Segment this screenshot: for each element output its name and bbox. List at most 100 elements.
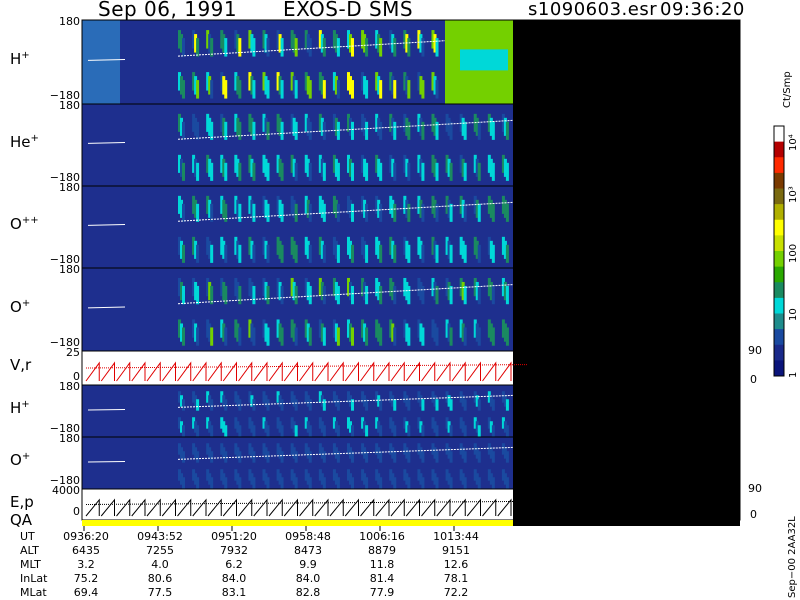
spectro-cell-he_plus (407, 121, 411, 140)
qa-label: QA (10, 511, 33, 529)
spectro-cell-h_plus_2 (379, 425, 383, 437)
panel-label-sup: + (21, 50, 30, 61)
spectro-cell-o_pp (463, 244, 467, 263)
spectro-cell-o_plus (238, 327, 242, 346)
spectro-cell-he_plus (379, 121, 383, 140)
right-tick-top-vr: 90 (748, 344, 762, 357)
footer-value: 69.4 (73, 586, 99, 599)
spectro-cell-he_plus (322, 162, 326, 181)
spectro-cell-h_plus_2 (182, 425, 185, 437)
spectro-cell-he_plus (210, 162, 214, 181)
spectro-cell-o_plus (294, 285, 298, 305)
spectro-cell-o_plus_2 (449, 451, 453, 463)
spectro-cell-o_plus (393, 327, 397, 346)
colorbar-swatch (774, 188, 784, 205)
header-instrument: EXOS-D SMS (283, 0, 414, 21)
spectro-cell-o_plus (182, 327, 185, 346)
spectro-cell-h_plus_2 (182, 399, 185, 411)
spectro-cell-o_plus_2 (294, 451, 298, 463)
qa-bar (82, 520, 513, 526)
panel-label-sup: + (30, 133, 39, 144)
spectro-cell-he_plus (463, 162, 467, 181)
spectro-cell-o_plus_2 (294, 477, 298, 489)
spectro-cell-o_plus_2 (407, 477, 411, 489)
spectro-cell-he_plus (365, 121, 369, 140)
footer-value: 1006:16 (359, 530, 405, 543)
spectro-cell-he_plus (407, 162, 411, 181)
spectro-cell-he_plus (280, 121, 284, 140)
spectro-cell-o_pp (336, 244, 340, 263)
spectro-cell-h_plus (308, 38, 312, 57)
colorbar-swatch (774, 344, 784, 361)
spectro-cell-he_plus (182, 162, 185, 181)
spectro-cell-he_plus (379, 162, 383, 181)
tick-top-ep: 4000 (52, 484, 80, 497)
spectro-cell-he_plus (449, 121, 453, 140)
spectro-cell-o_plus_2 (252, 477, 256, 489)
spectro-cell-h_plus_2 (477, 425, 481, 437)
no-data-region (513, 20, 740, 526)
spectro-cell-h_plus (351, 38, 354, 57)
spectro-cell-h_plus_2 (407, 399, 411, 411)
spectro-cell-h_plus (266, 38, 270, 57)
panel-early-o_plus_2 (82, 437, 120, 489)
line-trace-vr (85, 361, 512, 382)
spectro-cell-h_plus_2 (294, 399, 298, 411)
plot-canvas (81, 19, 785, 531)
panel-label-main: H (10, 50, 22, 68)
spectro-cell-h_plus_2 (365, 425, 369, 437)
spectro-cell-h_plus (308, 80, 312, 99)
spectro-cell-o_plus_2 (505, 477, 509, 489)
spectro-cell-he_plus (421, 162, 425, 181)
spectro-cell-o_plus_2 (280, 451, 284, 463)
spectro-cell-h_plus_2 (463, 425, 467, 437)
spectro-cell-he_plus (196, 162, 200, 181)
spectro-cell-h_plus (252, 80, 256, 99)
spectro-cell-o_plus_2 (308, 477, 312, 489)
spectro-cell-h_plus_2 (280, 399, 284, 411)
spectro-cell-he_plus (224, 162, 228, 181)
panel-label-main: V,r (10, 356, 32, 374)
footer-value: 81.4 (369, 572, 395, 585)
spectro-cell-o_pp (407, 203, 411, 222)
spectro-cell-o_plus (477, 285, 481, 305)
panel-early-he_plus (82, 104, 120, 186)
spectro-cell-o_plus_2 (224, 451, 228, 463)
spectro-cell-h_plus_2 (266, 399, 270, 411)
spectro-cell-h_plus_2 (421, 399, 425, 411)
spectro-cell-h_plus_2 (505, 425, 509, 437)
spectro-cell-he_plus (505, 162, 509, 181)
footer-value: 8879 (368, 544, 396, 557)
side-note: Sep−00 2AA32L (787, 516, 798, 598)
colorbar-swatch (774, 360, 784, 377)
spectro-cell-he_plus (294, 121, 298, 140)
spectro-cell-he_plus (421, 121, 425, 140)
spectro-cell-o_pp (266, 203, 270, 222)
spectro-cell-o_plus (351, 327, 354, 346)
spectro-cell-o_plus (308, 285, 312, 305)
spectro-cell-o_plus_2 (308, 451, 312, 463)
spectro-cell-h_plus (421, 38, 425, 57)
spectro-cell-o_plus (491, 327, 495, 346)
footer-value: 84.0 (221, 572, 247, 585)
colorbar-swatch (774, 282, 784, 299)
spectro-cell-h_plus (393, 80, 397, 99)
spectro-cell-h_plus_2 (421, 425, 425, 437)
spectro-cell-h_plus_2 (449, 399, 453, 411)
spectro-cell-he_plus (365, 162, 369, 181)
spectro-cell-o_plus (210, 327, 214, 346)
spectro-cell-o_pp (491, 244, 495, 263)
spectro-cell-h_plus_2 (280, 425, 284, 437)
spectro-cell-o_plus (238, 285, 242, 305)
spectro-cell-o_plus_2 (463, 477, 467, 489)
spectro-cell-o_pp (393, 244, 397, 263)
spectro-cell-h_plus (182, 38, 185, 57)
spectro-cell-h_plus_2 (379, 399, 383, 411)
spectro-cell-h_plus (238, 38, 242, 57)
right-tick-bottom-vr: 0 (750, 373, 757, 386)
spectro-cell-o_plus_2 (210, 477, 214, 489)
spectro-cell-o_plus (266, 285, 270, 305)
spectro-cell-o_plus_2 (322, 451, 326, 463)
spectro-cell-he_plus (238, 162, 242, 181)
spectro-cell-o_pp (379, 244, 383, 263)
